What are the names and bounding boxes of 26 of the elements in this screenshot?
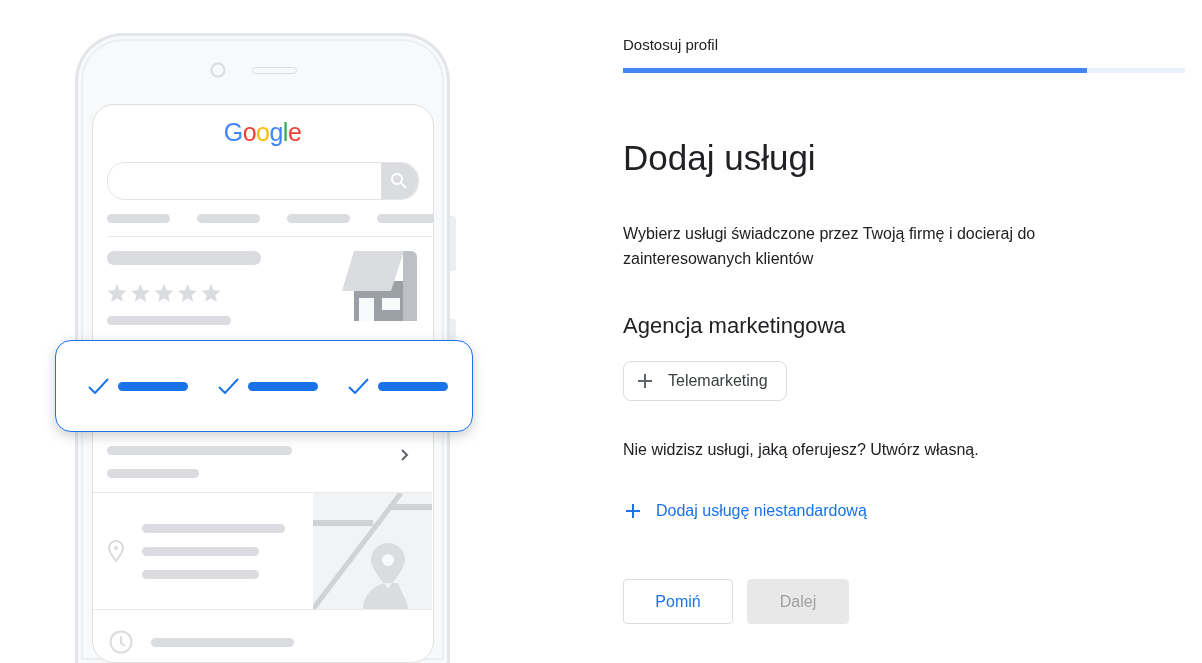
skip-button[interactable]: Pomiń xyxy=(623,579,733,624)
text-placeholder-bar xyxy=(196,214,260,223)
highlight-bar xyxy=(248,381,318,391)
clock-icon xyxy=(108,630,133,654)
location-pin-icon xyxy=(107,540,124,562)
highlight-bar xyxy=(378,381,448,391)
search-icon xyxy=(390,172,408,190)
camera-icon xyxy=(210,62,226,78)
chevron-right-icon xyxy=(400,449,409,461)
category-heading: Agencja marketingowa xyxy=(623,312,846,340)
text-placeholder-bar xyxy=(286,214,350,223)
text-placeholder-bar xyxy=(106,214,170,223)
checkmark-icon xyxy=(348,378,369,394)
checkmark-icon xyxy=(218,378,239,394)
logo-text: Google xyxy=(223,117,302,147)
step-label: Dostosuj profil xyxy=(623,35,719,55)
plus-icon xyxy=(638,374,652,388)
service-chip[interactable]: Telemarketing xyxy=(623,361,787,401)
storefront-icon xyxy=(341,251,417,321)
hint-text: Nie widzisz usługi, jaką oferujesz? Utwórz własną. xyxy=(623,440,979,460)
page-title: Dodaj usługi xyxy=(623,137,816,179)
highlight-bar xyxy=(118,381,188,391)
description-text: Wybierz usługi świadczone przez Twoją firmę i docieraj do zainteresowanych klientów xyxy=(623,224,1037,269)
plus-icon xyxy=(626,504,640,518)
add-custom-service-link[interactable]: Dodaj usługę niestandardową xyxy=(623,502,867,520)
checkmark-icon xyxy=(88,378,109,394)
